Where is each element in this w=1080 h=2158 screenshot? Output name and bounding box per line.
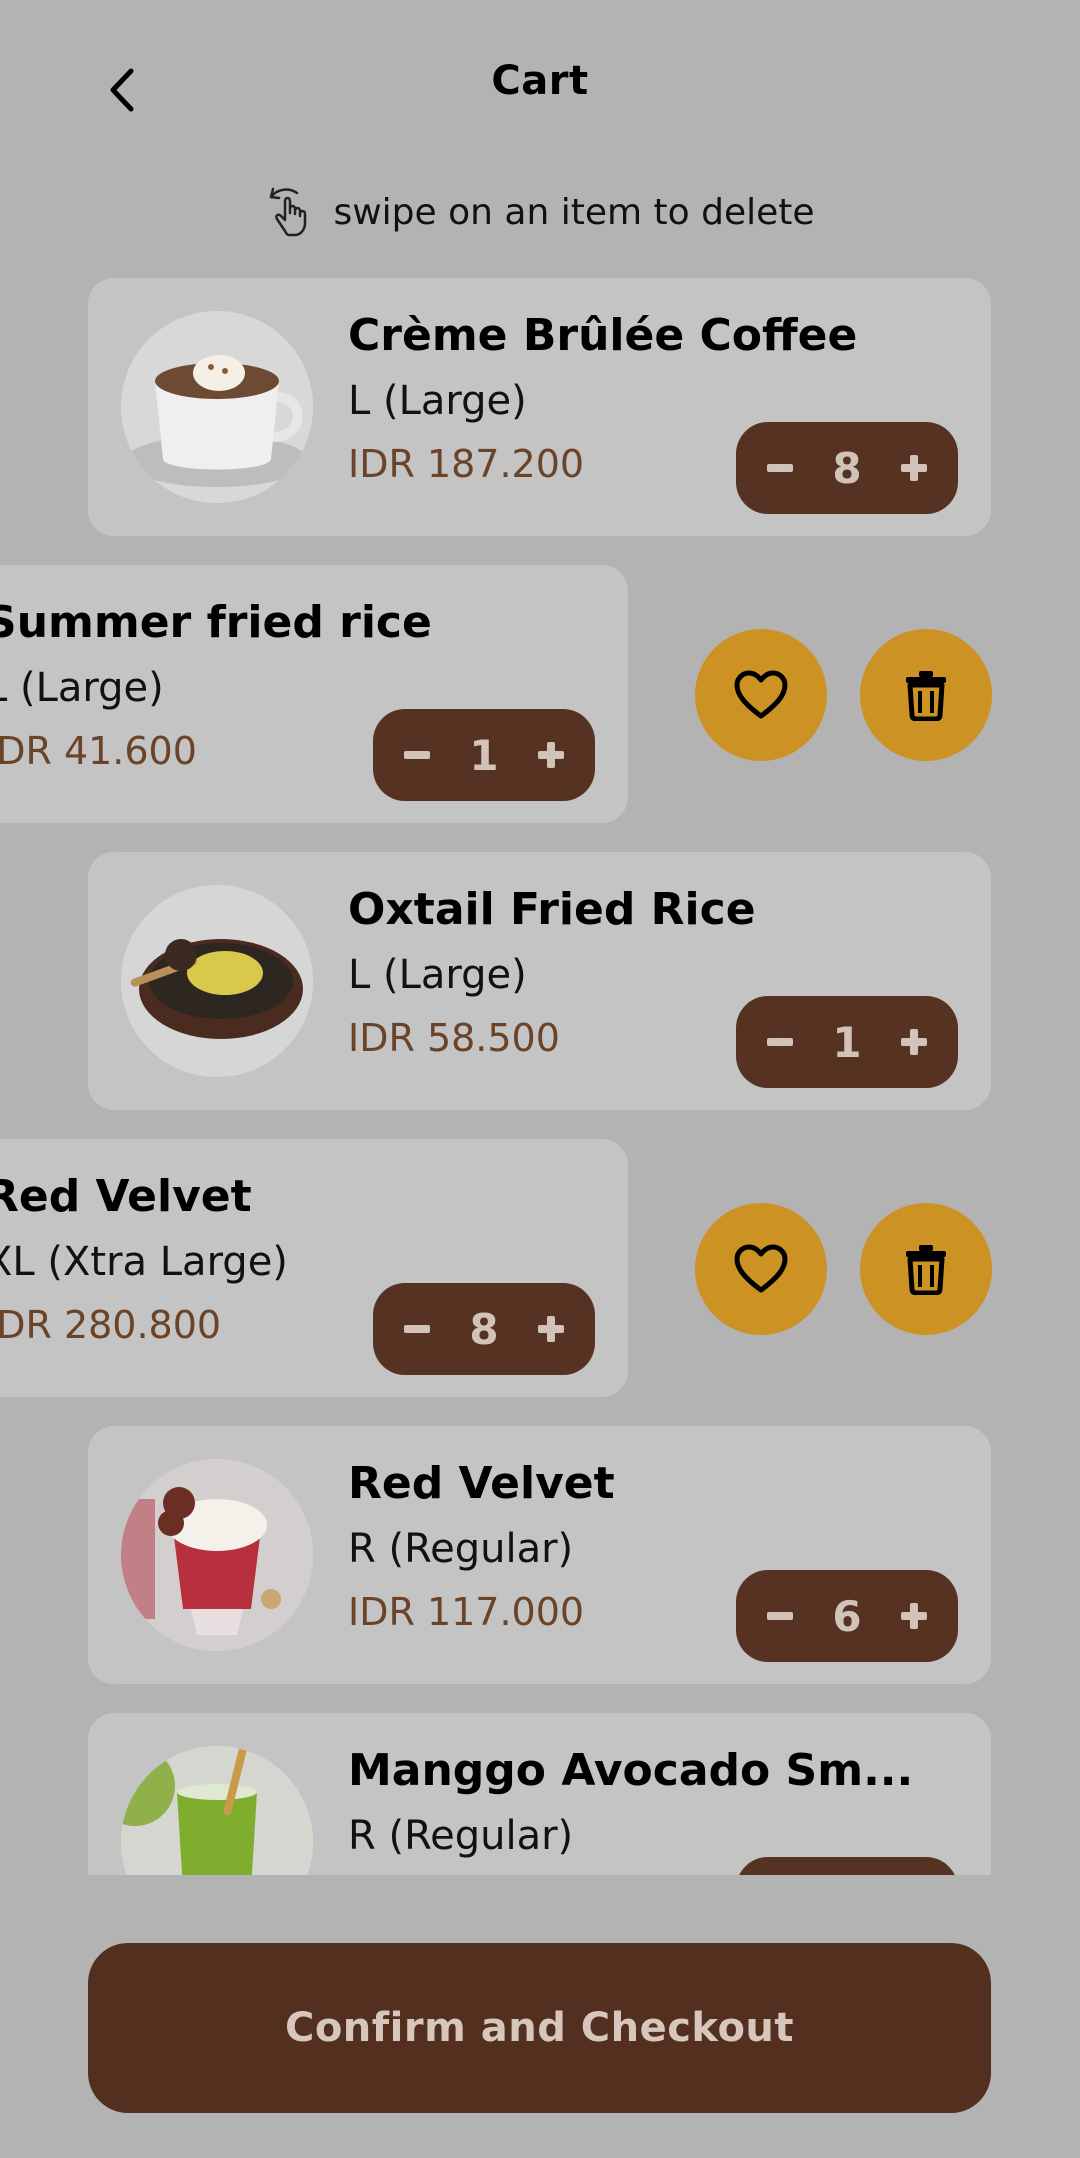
minus-icon <box>404 1325 430 1333</box>
favorite-button[interactable] <box>695 629 827 761</box>
plus-icon <box>900 455 927 481</box>
cart-item-card[interactable]: Summer fried rice L (Large) IDR 41.600 1 <box>0 565 628 823</box>
cart-item[interactable]: Red Velvet R (Regular) IDR 117.000 6 <box>0 1426 1080 1684</box>
trash-icon <box>906 1245 946 1295</box>
quantity-stepper: 8 <box>736 422 958 514</box>
quantity-stepper: 1 <box>373 709 595 801</box>
item-size: R (Regular) <box>348 1526 574 1572</box>
cart-item-card[interactable]: Red Velvet XL (Xtra Large) IDR 280.800 8 <box>0 1139 628 1397</box>
increase-button[interactable] <box>892 446 936 490</box>
item-price: IDR 58.500 <box>348 1016 560 1060</box>
swipe-hint: swipe on an item to delete <box>0 182 1080 242</box>
decrease-button[interactable] <box>395 733 439 777</box>
item-thumbnail <box>121 885 313 1077</box>
trash-icon <box>906 671 946 721</box>
cart-item[interactable]: Manggo Avocado Sm... R (Regular) <box>0 1713 1080 1875</box>
heart-icon <box>734 1244 788 1293</box>
cart-item[interactable]: Crème Brûlée Coffee L (Large) IDR 187.20… <box>0 278 1080 536</box>
quantity-stepper <box>736 1857 958 1875</box>
delete-button[interactable] <box>860 629 992 761</box>
favorite-button[interactable] <box>695 1203 827 1335</box>
item-size: R (Regular) <box>348 1813 574 1859</box>
quantity-stepper: 6 <box>736 1570 958 1662</box>
increase-button[interactable] <box>529 1307 573 1351</box>
minus-icon <box>767 1038 793 1046</box>
increase-button[interactable] <box>529 733 573 777</box>
item-name: Red Velvet <box>348 1458 615 1509</box>
cart-item-card[interactable]: Crème Brûlée Coffee L (Large) IDR 187.20… <box>88 278 991 536</box>
item-size: XL (Xtra Large) <box>0 1239 288 1285</box>
quantity-stepper: 1 <box>736 996 958 1088</box>
item-price: IDR 280.800 <box>0 1303 222 1347</box>
quantity-stepper: 8 <box>373 1283 595 1375</box>
cart-item-card[interactable]: Red Velvet R (Regular) IDR 117.000 6 <box>88 1426 991 1684</box>
plus-icon <box>537 742 564 768</box>
cart-item-card[interactable]: Oxtail Fried Rice L (Large) IDR 58.500 1 <box>88 852 991 1110</box>
plus-icon <box>900 1603 927 1629</box>
decrease-button[interactable] <box>758 1594 802 1638</box>
minus-icon <box>767 464 793 472</box>
item-name: Summer fried rice <box>0 597 432 648</box>
item-size: L (Large) <box>348 952 527 998</box>
cart-item-card[interactable]: Manggo Avocado Sm... R (Regular) <box>88 1713 991 1875</box>
checkout-button[interactable]: Confirm and Checkout <box>88 1943 991 2113</box>
delete-button[interactable] <box>860 1203 992 1335</box>
cart-list[interactable]: Crème Brûlée Coffee L (Large) IDR 187.20… <box>0 278 1080 1875</box>
item-size: L (Large) <box>348 378 527 424</box>
decrease-button[interactable] <box>758 1020 802 1064</box>
item-name: Red Velvet <box>0 1171 252 1222</box>
item-price: IDR 41.600 <box>0 729 197 773</box>
item-price: IDR 187.200 <box>348 442 585 486</box>
item-name: Manggo Avocado Sm... <box>348 1745 914 1796</box>
hint-text: swipe on an item to delete <box>333 191 815 233</box>
decrease-button[interactable] <box>758 446 802 490</box>
cart-item[interactable]: Red Velvet XL (Xtra Large) IDR 280.800 8 <box>0 1139 1080 1397</box>
item-thumbnail <box>121 311 313 503</box>
page-title: Cart <box>491 58 589 104</box>
cart-item[interactable]: Summer fried rice L (Large) IDR 41.600 1 <box>0 565 1080 823</box>
increase-button[interactable] <box>892 1594 936 1638</box>
item-name: Crème Brûlée Coffee <box>348 310 858 361</box>
heart-icon <box>734 670 788 719</box>
quantity-value: 1 <box>469 730 499 780</box>
plus-icon <box>537 1316 564 1342</box>
minus-icon <box>767 1612 793 1620</box>
quantity-value: 8 <box>469 1304 499 1354</box>
item-size: L (Large) <box>0 665 164 711</box>
decrease-button[interactable] <box>395 1307 439 1351</box>
quantity-value: 8 <box>832 443 862 493</box>
plus-icon <box>900 1029 927 1055</box>
increase-button[interactable] <box>892 1020 936 1064</box>
item-thumbnail <box>121 1459 313 1651</box>
quantity-value: 1 <box>832 1017 862 1067</box>
minus-icon <box>404 751 430 759</box>
item-price: IDR 117.000 <box>348 1590 585 1634</box>
item-name: Oxtail Fried Rice <box>348 884 756 935</box>
quantity-value: 6 <box>832 1591 862 1641</box>
item-thumbnail <box>121 1746 313 1875</box>
swipe-hand-icon <box>270 187 307 237</box>
cart-item[interactable]: Oxtail Fried Rice L (Large) IDR 58.500 1 <box>0 852 1080 1110</box>
